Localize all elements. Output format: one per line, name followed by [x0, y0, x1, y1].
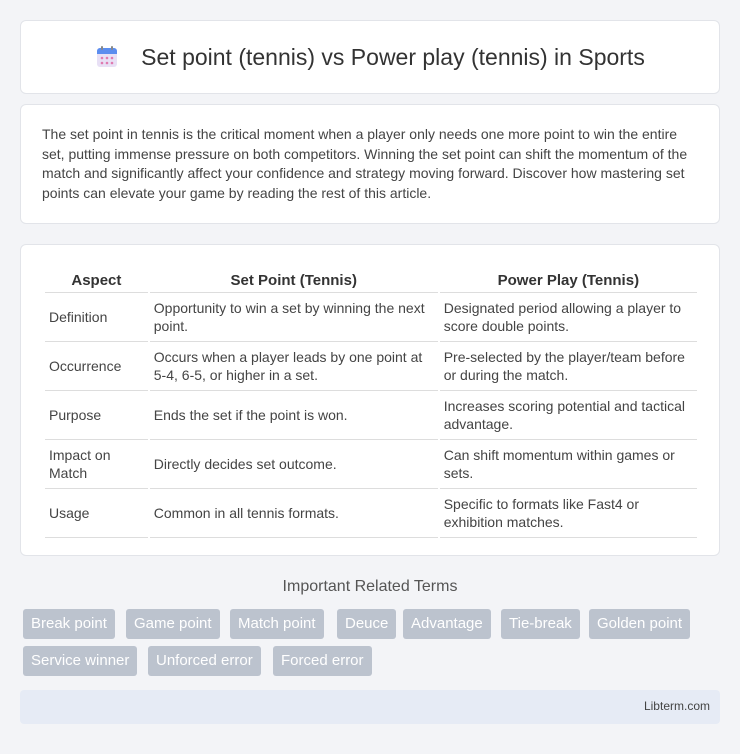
aspect-cell: Purpose: [45, 391, 148, 440]
term-tag[interactable]: Game point: [126, 609, 220, 639]
term-tag[interactable]: Match point: [230, 609, 324, 639]
term-tag[interactable]: Service winner: [23, 646, 138, 676]
header-set-point: Set Point (Tennis): [149, 263, 438, 293]
term-tag[interactable]: Forced error: [273, 646, 372, 676]
power-play-cell: Pre-selected by the player/team before o…: [439, 342, 697, 391]
table-header-row: Aspect Set Point (Tennis) Power Play (Te…: [45, 263, 697, 293]
term-tag[interactable]: Tie-break: [501, 609, 580, 639]
intro-text: The set point in tennis is the critical …: [42, 126, 688, 201]
header-aspect: Aspect: [45, 263, 148, 293]
term-tag[interactable]: Break point: [23, 609, 115, 639]
aspect-cell: Definition: [45, 293, 148, 342]
related-terms-title: Important Related Terms: [282, 578, 458, 595]
table-row: Purpose Ends the set if the point is won…: [45, 391, 697, 440]
table-row: Impact on Match Directly decides set out…: [45, 440, 697, 489]
intro-card: The set point in tennis is the critical …: [20, 104, 720, 224]
term-tag[interactable]: Unforced error: [148, 646, 261, 676]
term-tag[interactable]: Deuce: [337, 609, 397, 639]
set-point-cell: Occurs when a player leads by one point …: [149, 342, 438, 391]
comparison-table-card: Aspect Set Point (Tennis) Power Play (Te…: [20, 244, 720, 556]
footer-site-link[interactable]: Libterm.com: [644, 699, 710, 713]
calendar-icon: [97, 46, 118, 67]
table-row: Occurrence Occurs when a player leads by…: [45, 342, 697, 391]
table-row: Definition Opportunity to win a set by w…: [45, 293, 697, 342]
page-title: Set point (tennis) vs Power play (tennis…: [141, 43, 645, 70]
term-tag[interactable]: Golden point: [589, 609, 691, 639]
set-point-cell: Common in all tennis formats.: [149, 489, 438, 538]
power-play-cell: Specific to formats like Fast4 or exhibi…: [439, 489, 697, 538]
set-point-cell: Opportunity to win a set by winning the …: [149, 293, 438, 342]
footer: Libterm.com: [20, 690, 720, 724]
table-row: Usage Common in all tennis formats. Spec…: [45, 489, 697, 538]
header-card: Set point (tennis) vs Power play (tennis…: [20, 20, 720, 94]
comparison-table: Aspect Set Point (Tennis) Power Play (Te…: [43, 263, 699, 538]
set-point-cell: Directly decides set outcome.: [149, 440, 438, 489]
aspect-cell: Occurrence: [45, 342, 148, 391]
aspect-cell: Usage: [45, 489, 148, 538]
power-play-cell: Designated period allowing a player to s…: [439, 293, 697, 342]
term-tag[interactable]: Advantage: [403, 609, 491, 639]
set-point-cell: Ends the set if the point is won.: [149, 391, 438, 440]
power-play-cell: Increases scoring potential and tactical…: [439, 391, 697, 440]
power-play-cell: Can shift momentum within games or sets.: [439, 440, 697, 489]
header-power-play: Power Play (Tennis): [439, 263, 697, 293]
aspect-cell: Impact on Match: [45, 440, 148, 489]
